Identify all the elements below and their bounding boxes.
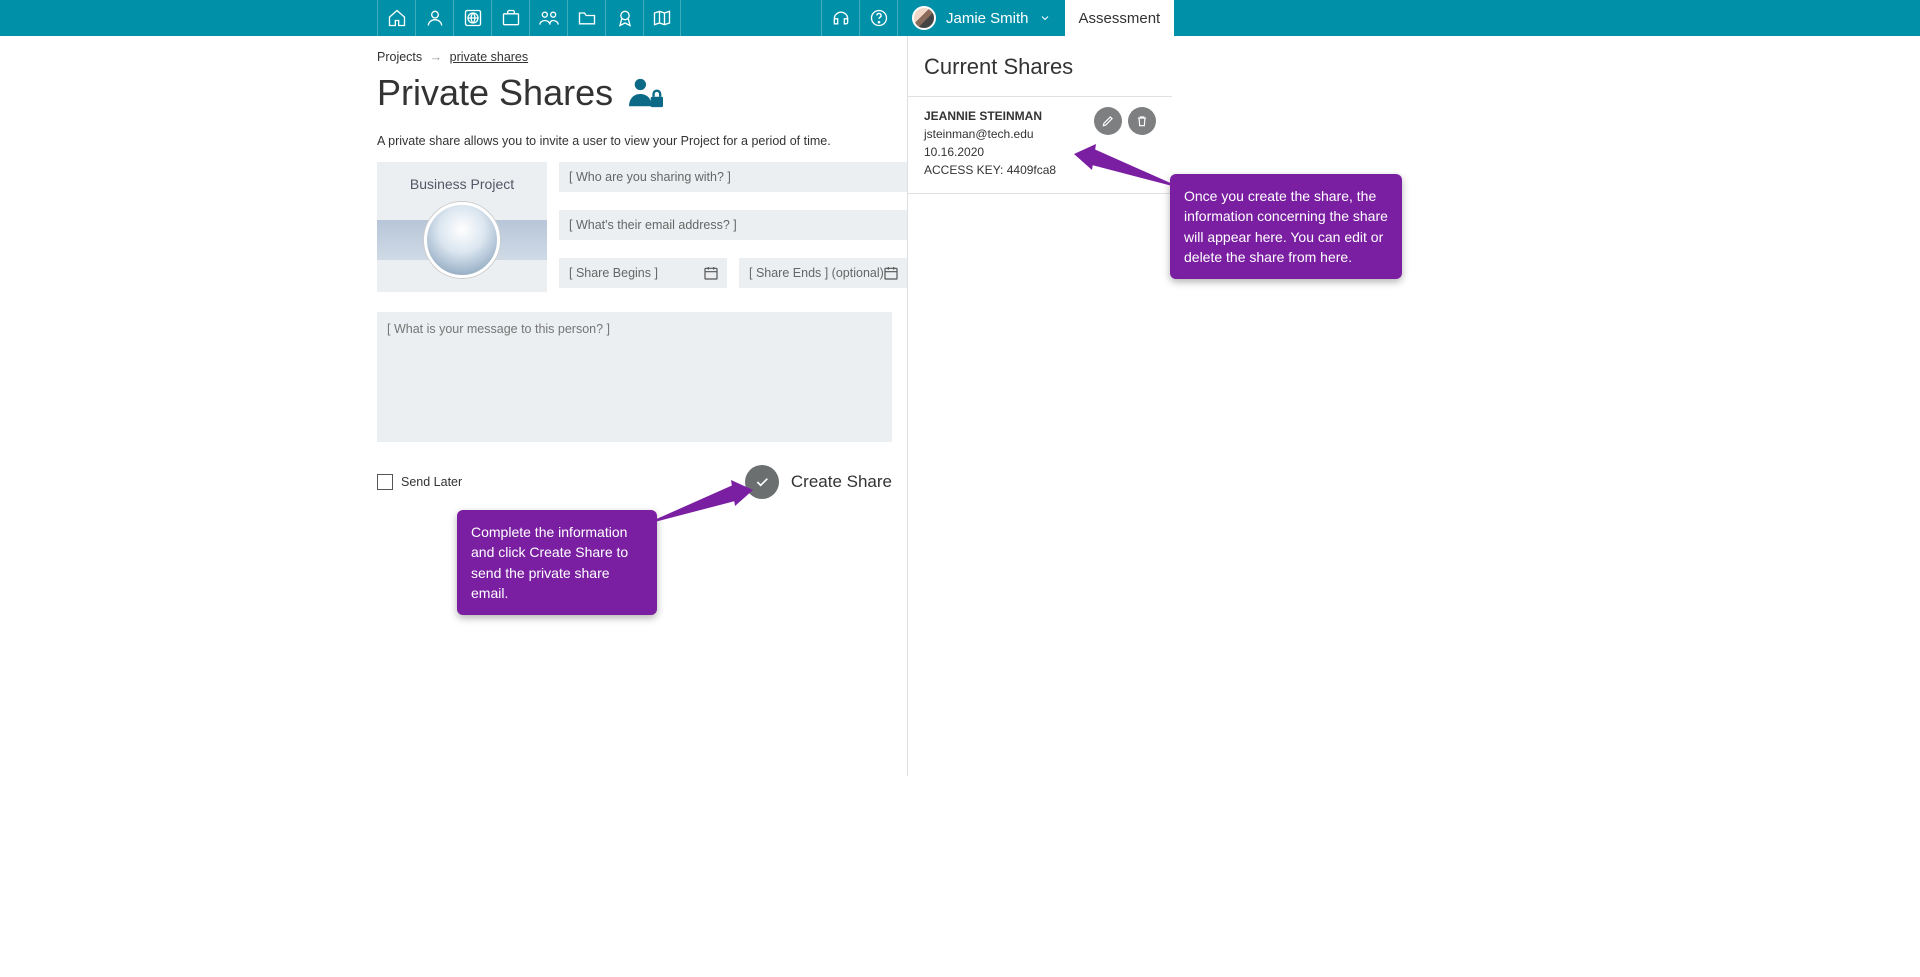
briefcase-icon[interactable]: [491, 0, 529, 36]
email-input[interactable]: [559, 210, 907, 240]
app-shell: Projects → private shares Private Shares…: [377, 36, 1172, 776]
callout-text: Once you create the share, the informati…: [1184, 188, 1388, 265]
share-ends-input[interactable]: [739, 258, 907, 288]
share-actions: [1094, 107, 1156, 135]
help-icon[interactable]: [859, 0, 897, 36]
form-fields: [559, 162, 907, 292]
tab-assessment[interactable]: Assessment: [1065, 0, 1175, 36]
share-access-key: ACCESS KEY: 4409fca8: [924, 161, 1056, 179]
project-thumbnail: [424, 202, 500, 278]
calendar-icon[interactable]: [703, 265, 719, 281]
private-shares-icon: [627, 76, 665, 110]
main-column: Projects → private shares Private Shares…: [377, 36, 907, 776]
headset-icon[interactable]: [821, 0, 859, 36]
share-recipient-name: JEANNIE STEINMAN: [924, 107, 1056, 125]
share-begins-input[interactable]: [559, 258, 727, 288]
project-card: Business Project: [377, 162, 547, 292]
share-ends-wrap: [739, 258, 907, 288]
share-date: 10.16.2020: [924, 143, 1056, 161]
form-top-row: Business Project: [377, 162, 907, 292]
calendar-icon[interactable]: [883, 265, 899, 281]
share-recipient-email: jsteinman@tech.edu: [924, 125, 1056, 143]
send-later-label: Send Later: [401, 475, 462, 489]
callout-arrow-icon: [1074, 144, 1184, 204]
actions-row: Send Later Create Share: [377, 465, 892, 499]
profile-icon[interactable]: [415, 0, 453, 36]
topbar-right: Jamie Smith Assessment: [821, 0, 1174, 36]
trash-icon: [1135, 114, 1149, 128]
user-name: Jamie Smith: [946, 10, 1029, 27]
callout-arrow-icon: [643, 480, 753, 540]
create-share-button[interactable]: Create Share: [745, 465, 892, 499]
breadcrumb-arrow-icon: →: [430, 50, 443, 64]
callout-current-shares: Once you create the share, the informati…: [1170, 174, 1402, 279]
project-card-title: Business Project: [377, 176, 547, 192]
topbar: Jamie Smith Assessment: [0, 0, 1920, 36]
pencil-icon: [1101, 114, 1115, 128]
globe-icon[interactable]: [453, 0, 491, 36]
badge-icon[interactable]: [605, 0, 643, 36]
share-meta: JEANNIE STEINMAN jsteinman@tech.edu 10.1…: [924, 107, 1056, 179]
avatar: [912, 6, 936, 30]
callout-create-share: Complete the information and click Creat…: [457, 510, 657, 615]
share-begins-wrap: [559, 258, 727, 288]
page-title-text: Private Shares: [377, 72, 613, 114]
message-textarea[interactable]: [377, 312, 892, 442]
breadcrumb-current: private shares: [450, 50, 529, 64]
create-share-label: Create Share: [791, 472, 892, 492]
breadcrumb: Projects → private shares: [377, 50, 907, 64]
share-with-input[interactable]: [559, 162, 907, 192]
folder-icon[interactable]: [567, 0, 605, 36]
breadcrumb-root[interactable]: Projects: [377, 50, 422, 64]
delete-share-button[interactable]: [1128, 107, 1156, 135]
tab-assessment-label: Assessment: [1079, 10, 1161, 27]
home-icon[interactable]: [377, 0, 415, 36]
send-later-checkbox[interactable]: Send Later: [377, 474, 462, 490]
chevron-down-icon: [1039, 12, 1051, 24]
page-description: A private share allows you to invite a u…: [377, 134, 907, 148]
people-icon[interactable]: [529, 0, 567, 36]
side-panel-title: Current Shares: [908, 54, 1172, 96]
map-icon[interactable]: [643, 0, 681, 36]
date-row: [559, 258, 907, 288]
user-menu[interactable]: Jamie Smith: [897, 0, 1065, 36]
edit-share-button[interactable]: [1094, 107, 1122, 135]
checkbox-box-icon: [377, 474, 393, 490]
callout-text: Complete the information and click Creat…: [471, 524, 628, 601]
topbar-left-icons: [377, 0, 681, 36]
page-title: Private Shares: [377, 72, 907, 114]
